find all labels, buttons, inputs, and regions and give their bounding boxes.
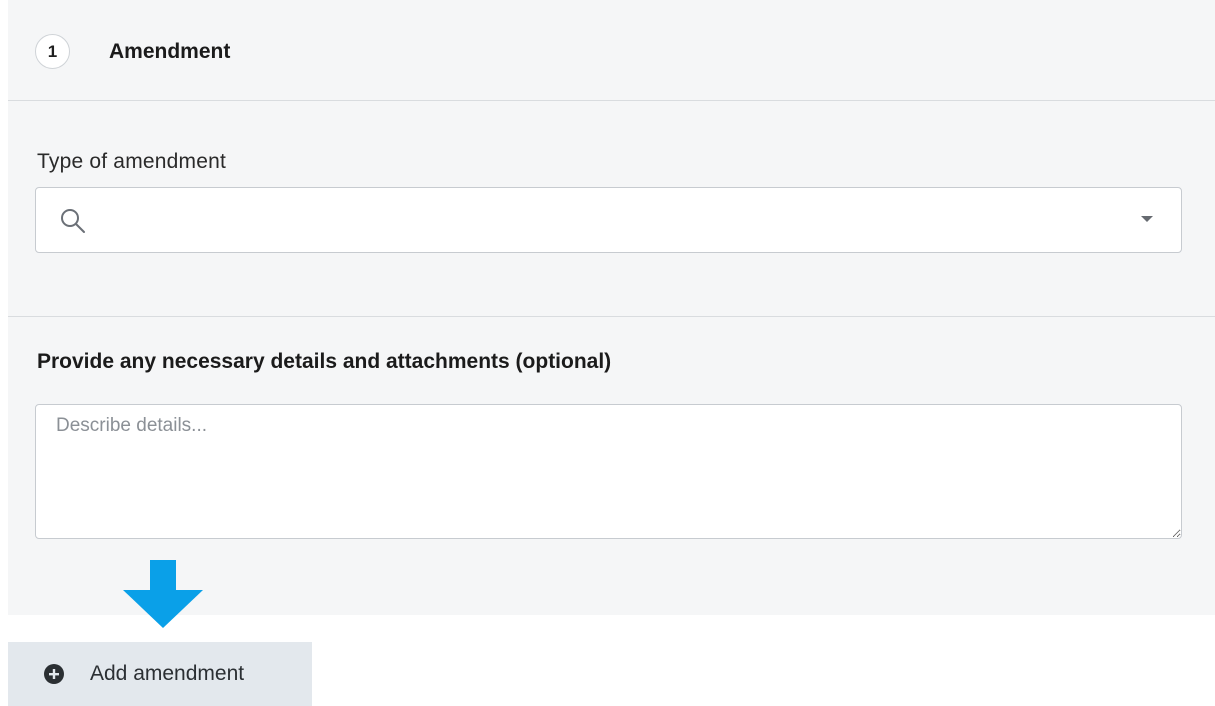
section-divider: [8, 316, 1215, 317]
search-icon: [61, 209, 85, 233]
arrow-down-icon: [123, 560, 203, 628]
caret-down-icon[interactable]: [1141, 216, 1153, 222]
step-number-badge: 1: [35, 34, 70, 69]
add-amendment-label: Add amendment: [90, 662, 245, 685]
details-textarea[interactable]: [35, 404, 1182, 539]
amendment-panel: 1 Amendment Type of amendment Provide an…: [8, 0, 1215, 615]
panel-header: 1 Amendment: [8, 0, 1215, 101]
plus-circle-icon: [44, 664, 64, 684]
type-of-amendment-search-input[interactable]: [100, 188, 1124, 254]
type-of-amendment-label: Type of amendment: [37, 150, 227, 173]
add-amendment-button[interactable]: Add amendment: [8, 642, 312, 706]
section-title: Amendment: [109, 40, 231, 63]
details-label: Provide any necessary details and attach…: [37, 350, 612, 373]
type-of-amendment-select[interactable]: [35, 187, 1182, 254]
